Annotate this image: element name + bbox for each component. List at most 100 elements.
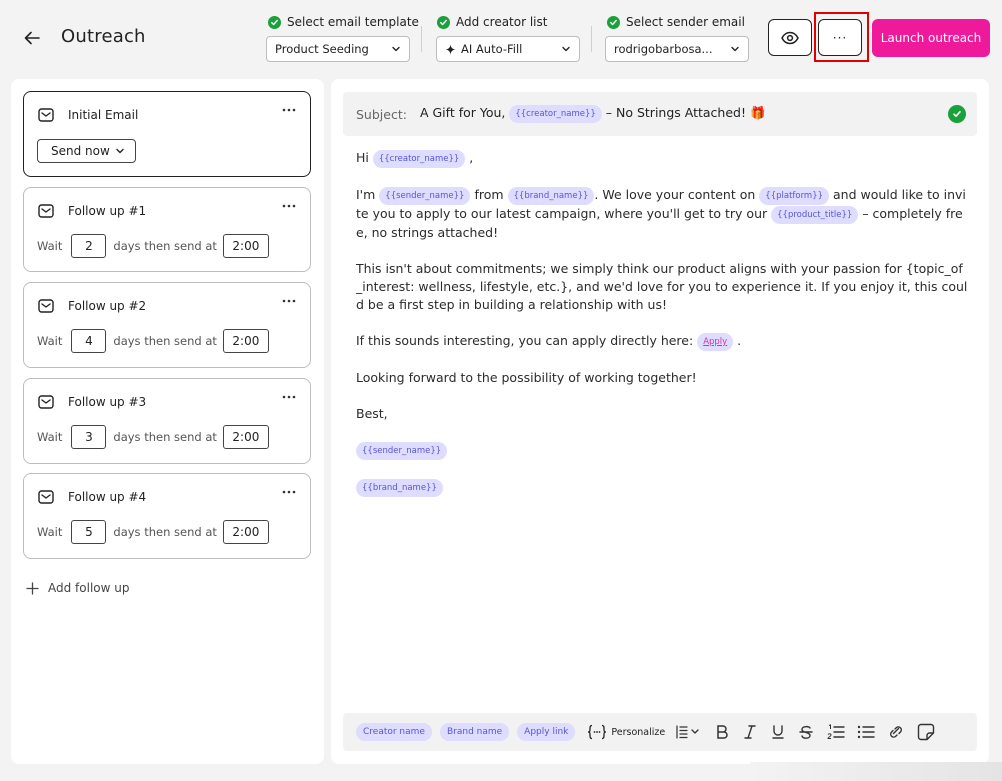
creator-list-select[interactable]: AI Auto-Fill (436, 36, 580, 62)
subject-text: A Gift for You, {{creator_name}} – No St… (420, 105, 766, 123)
variable-tag: {{brand_name}} (356, 479, 443, 497)
bullet-list-icon[interactable] (857, 721, 875, 743)
more-horizontal-icon[interactable] (282, 108, 296, 112)
subject-line[interactable]: Subject: A Gift for You, {{creator_name}… (343, 92, 977, 136)
mail-icon (38, 490, 54, 504)
bottom-edge-shadow (750, 762, 1002, 781)
step-label: Select sender email (626, 15, 745, 29)
step-label: Add creator list (456, 15, 548, 29)
editor-toolbar: Creator name Brand name Apply link Perso… (343, 713, 977, 751)
more-horizontal-icon[interactable] (282, 490, 296, 494)
send-timing-select[interactable]: Send now (37, 139, 136, 163)
italic-icon[interactable] (743, 721, 757, 743)
variable-tag: {{creator_name}} (372, 150, 466, 168)
insert-creator-name-button[interactable]: Creator name (356, 723, 432, 741)
plus-icon (26, 581, 39, 595)
mail-icon (38, 395, 54, 409)
launch-outreach-button[interactable]: Launch outreach (872, 19, 990, 57)
greeting: Hi {{creator_name}} , (356, 149, 968, 168)
chevron-down-icon (391, 44, 401, 54)
underline-icon[interactable] (771, 721, 785, 743)
card-title: Initial Email (68, 108, 139, 122)
add-follow-up-button[interactable]: Add follow up (26, 581, 129, 595)
mail-icon (38, 108, 54, 122)
sequence-panel: Initial Email Send now Follow up #1 Wait… (11, 79, 324, 764)
wait-row: Wait 2 days then send at 2:00 (37, 234, 269, 258)
more-horizontal-icon[interactable] (282, 395, 296, 399)
sequence-card-follow-up-2[interactable]: Follow up #2 Wait 4 days then send at 2:… (23, 282, 311, 368)
check-icon (268, 15, 281, 29)
step-divider (421, 26, 422, 52)
sequence-card-follow-up-3[interactable]: Follow up #3 Wait 3 days then send at 2:… (23, 378, 311, 464)
wait-days-input[interactable]: 2 (71, 234, 107, 258)
subject-label: Subject: (356, 106, 407, 122)
card-title: Follow up #1 (68, 204, 147, 218)
signoff: Best, (356, 406, 388, 421)
page-title: Outreach (61, 26, 146, 47)
email-template-select[interactable]: Product Seeding (266, 36, 410, 62)
more-horizontal-icon[interactable] (282, 204, 296, 208)
numbered-list-icon[interactable] (827, 721, 845, 743)
back-arrow-icon[interactable] (22, 28, 42, 48)
step-label: Select email template (287, 15, 419, 29)
wait-row: Wait 4 days then send at 2:00 (37, 329, 269, 353)
wait-days-input[interactable]: 3 (71, 425, 107, 449)
sender-email-select[interactable]: rodrigobarbosa... (605, 36, 749, 62)
sequence-card-initial[interactable]: Initial Email Send now (23, 91, 311, 177)
variable-tag: {{sender_name}} (379, 187, 471, 205)
step-email-template: Select email template (268, 14, 419, 30)
wait-days-input[interactable]: 4 (71, 329, 107, 353)
step-sender-email: Select sender email (607, 14, 745, 30)
step-divider (591, 26, 592, 52)
variable-tag: {{brand_name}} (507, 187, 595, 205)
send-time-input[interactable]: 2:00 (222, 520, 269, 544)
bold-icon[interactable] (715, 721, 729, 743)
send-time-input[interactable]: 2:00 (222, 329, 269, 353)
variable-tag: {{sender_name}} (356, 442, 448, 460)
eye-icon (781, 31, 799, 45)
card-title: Follow up #2 (68, 299, 147, 313)
sequence-card-follow-up-1[interactable]: Follow up #1 Wait 2 days then send at 2:… (23, 187, 311, 272)
variable-tag: {{creator_name}} (509, 105, 602, 123)
paragraph: This isn't about commitments; we simply … (356, 261, 968, 312)
link-icon[interactable] (887, 721, 905, 743)
highlight-box (814, 12, 869, 62)
check-icon (948, 105, 966, 123)
insert-brand-name-button[interactable]: Brand name (439, 723, 510, 741)
card-title: Follow up #4 (68, 490, 147, 504)
mail-icon (38, 204, 54, 218)
signature-sender: {{sender_name}} (356, 441, 968, 460)
apply-link[interactable]: Apply (697, 333, 734, 351)
personalize-button[interactable]: Personalize (587, 724, 665, 740)
wait-days-input[interactable]: 5 (71, 520, 107, 544)
paragraph: Looking forward to the possibility of wo… (356, 370, 697, 385)
chevron-down-icon (115, 146, 125, 156)
paragraph: If this sounds interesting, you can appl… (356, 332, 968, 351)
more-horizontal-icon[interactable] (282, 299, 296, 303)
header: Outreach Select email template Product S… (0, 0, 1002, 78)
chevron-down-icon (561, 44, 571, 54)
check-icon (437, 15, 450, 29)
braces-icon (587, 724, 607, 740)
email-editor: Subject: A Gift for You, {{creator_name}… (331, 79, 989, 764)
preview-button[interactable] (768, 19, 812, 56)
step-creator-list: Add creator list (437, 14, 547, 30)
check-icon (607, 15, 620, 29)
strikethrough-icon[interactable] (799, 721, 813, 743)
wait-row: Wait 5 days then send at 2:00 (37, 520, 269, 544)
signature-brand: {{brand_name}} (356, 478, 968, 497)
mail-icon (38, 299, 54, 313)
variable-tag: {{platform}} (759, 187, 830, 205)
insert-apply-link-button[interactable]: Apply link (517, 723, 576, 741)
send-time-input[interactable]: 2:00 (222, 425, 269, 449)
sequence-card-follow-up-4[interactable]: Follow up #4 Wait 5 days then send at 2:… (23, 473, 311, 559)
send-time-input[interactable]: 2:00 (222, 234, 269, 258)
paragraph: I'm {{sender_name}} from {{brand_name}}.… (356, 187, 966, 240)
card-title: Follow up #3 (68, 395, 147, 409)
line-height-icon[interactable] (675, 721, 701, 743)
sticker-icon[interactable] (917, 721, 935, 743)
sparkle-icon (445, 43, 456, 55)
variable-tag: {{product_title}} (771, 206, 859, 224)
email-body[interactable]: Hi {{creator_name}} , I'm {{sender_name}… (356, 149, 968, 515)
wait-row: Wait 3 days then send at 2:00 (37, 425, 269, 449)
